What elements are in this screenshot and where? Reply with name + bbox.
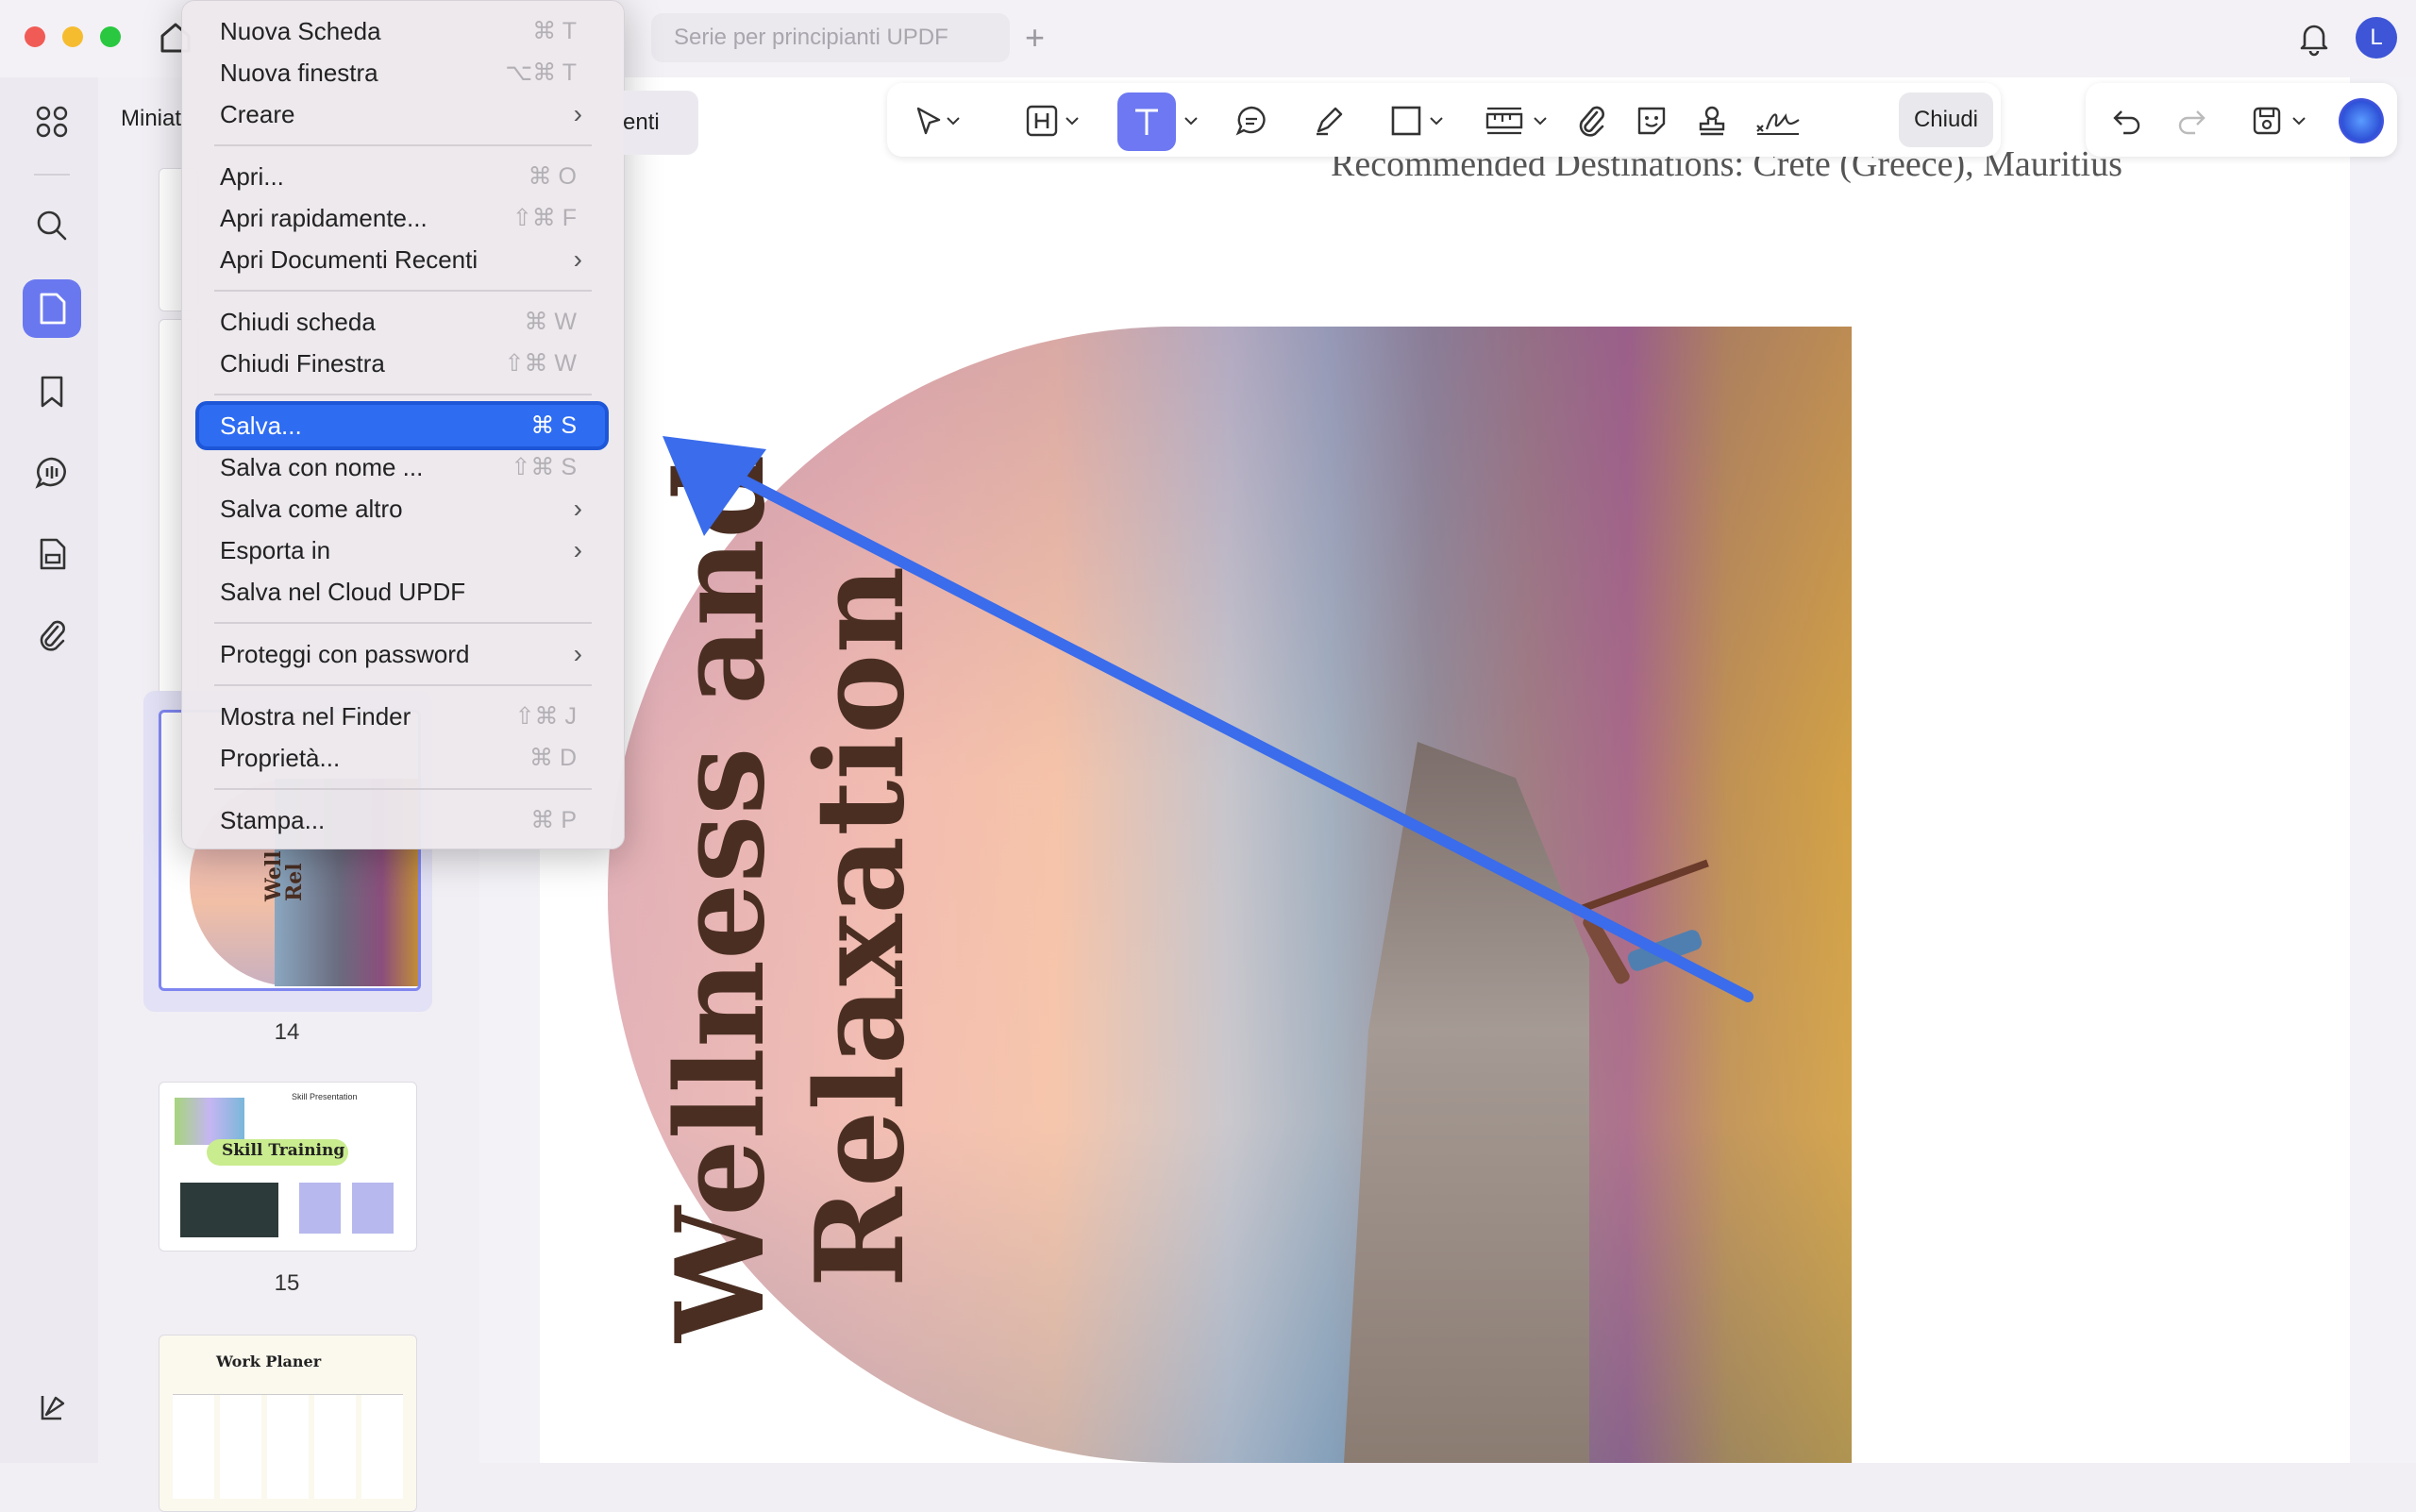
menu-separator xyxy=(214,144,592,146)
chevron-right-icon: › xyxy=(573,494,582,523)
attach-icon[interactable] xyxy=(1570,100,1612,142)
thumbnail-page-15[interactable]: Skill Presentation Skill Training xyxy=(159,1082,417,1252)
menu-separator xyxy=(214,788,592,790)
menu-separator xyxy=(214,622,592,624)
chevron-right-icon: › xyxy=(573,99,582,128)
document-tab[interactable]: Serie per principianti UPDF xyxy=(651,13,1010,62)
edit-toolbar: Chiudi xyxy=(887,83,2001,157)
menu-item-creare[interactable]: Creare › xyxy=(199,93,605,135)
heading-icon[interactable] xyxy=(1021,100,1063,142)
thumbnail-title-2: Work Planer xyxy=(216,1352,322,1370)
page-number-15: 15 xyxy=(274,1270,300,1296)
save-icon[interactable] xyxy=(2246,100,2288,142)
menu-item-salva-con-nome[interactable]: Salva con nome ... ⇧⌘ S xyxy=(199,446,605,488)
signature-icon[interactable] xyxy=(1752,100,1804,142)
redo-icon[interactable] xyxy=(2171,100,2212,142)
document-icon[interactable] xyxy=(23,525,81,583)
text-tool-icon[interactable] xyxy=(1117,92,1176,151)
comment-icon[interactable] xyxy=(1231,100,1272,142)
menu-item-esporta-in[interactable]: Esporta in › xyxy=(199,529,605,571)
menu-separator xyxy=(214,394,592,395)
menu-item-mostra-finder[interactable]: Mostra nel Finder ⇧⌘ J xyxy=(199,696,605,737)
menu-item-apri[interactable]: Apri... ⌘ O xyxy=(199,156,605,197)
chevron-down-icon[interactable] xyxy=(1061,100,1083,142)
ai-assistant-icon[interactable] xyxy=(2339,98,2384,143)
chevron-right-icon: › xyxy=(573,244,582,274)
menu-item-proteggi-password[interactable]: Proteggi con password › xyxy=(199,633,605,675)
menu-item-proprieta[interactable]: Proprietà... ⌘ D xyxy=(199,737,605,779)
sidebar-divider xyxy=(34,174,70,176)
sticker-icon[interactable] xyxy=(1631,100,1672,142)
secondary-toolbar xyxy=(2086,83,2397,157)
menu-item-apri-recenti[interactable]: Apri Documenti Recenti › xyxy=(199,239,605,280)
menu-item-chiudi-scheda[interactable]: Chiudi scheda ⌘ W xyxy=(199,301,605,343)
chevron-down-icon[interactable] xyxy=(942,100,965,142)
menu-item-salva[interactable]: Salva... ⌘ S xyxy=(199,405,605,446)
grid-icon[interactable] xyxy=(23,92,81,151)
attachment-icon[interactable] xyxy=(23,606,81,664)
close-window-button[interactable] xyxy=(25,26,45,47)
menu-item-salva-cloud[interactable]: Salva nel Cloud UPDF xyxy=(199,571,605,613)
measure-icon[interactable] xyxy=(1484,100,1525,142)
page-number-14: 14 xyxy=(274,1019,300,1045)
thumbnail-subtitle: Skill Presentation xyxy=(292,1092,358,1101)
bookmark-icon[interactable] xyxy=(23,362,81,421)
avatar[interactable]: L xyxy=(2356,17,2397,59)
stamp-icon[interactable] xyxy=(1691,100,1733,142)
thumbnail-title: Skill Training xyxy=(222,1141,345,1160)
new-tab-plus-icon[interactable]: + xyxy=(1025,19,1045,57)
minimize-window-button[interactable] xyxy=(62,26,83,47)
menu-item-apri-rapidamente[interactable]: Apri rapidamente... ⇧⌘ F xyxy=(199,197,605,239)
menu-separator xyxy=(214,290,592,292)
comments-icon[interactable] xyxy=(23,444,81,502)
close-edit-button[interactable]: Chiudi xyxy=(1899,92,1993,147)
chevron-down-icon[interactable] xyxy=(2288,100,2310,142)
menu-item-salva-come-altro[interactable]: Salva come altro › xyxy=(199,488,605,529)
chevron-right-icon: › xyxy=(573,639,582,668)
chevron-right-icon: › xyxy=(573,535,582,564)
annotation-arrow xyxy=(663,436,1753,1002)
thumbnail-title-line2: Rel xyxy=(282,863,307,901)
undo-icon[interactable] xyxy=(2106,100,2148,142)
highlighter-icon[interactable] xyxy=(1308,100,1350,142)
pages-icon[interactable] xyxy=(23,279,81,338)
notifications-bell-icon[interactable] xyxy=(2293,17,2335,59)
panel-tab-label[interactable]: enti xyxy=(623,91,698,155)
chevron-down-icon[interactable] xyxy=(1529,100,1552,142)
zoom-window-button[interactable] xyxy=(100,26,121,47)
rectangle-icon[interactable] xyxy=(1385,100,1427,142)
menu-item-nuova-scheda[interactable]: Nuova Scheda ⌘ T xyxy=(199,10,605,52)
menu-item-chiudi-finestra[interactable]: Chiudi Finestra ⇧⌘ W xyxy=(199,343,605,384)
search-icon[interactable] xyxy=(23,196,81,255)
file-menu: Nuova Scheda ⌘ T Nuova finestra ⌥⌘ T Crear… xyxy=(181,0,625,849)
panel-title: Miniat xyxy=(121,106,182,131)
left-sidebar xyxy=(0,77,99,1463)
thumbnail-page-16[interactable]: Work Planer xyxy=(159,1335,417,1512)
menu-item-stampa[interactable]: Stampa... ⌘ P xyxy=(199,799,605,841)
chevron-down-icon[interactable] xyxy=(1425,100,1448,142)
menu-item-nuova-finestra[interactable]: Nuova finestra ⌥⌘ T xyxy=(199,52,605,93)
chevron-down-icon[interactable] xyxy=(1180,100,1202,142)
menu-separator xyxy=(214,684,592,686)
layers-icon[interactable] xyxy=(23,1378,81,1436)
